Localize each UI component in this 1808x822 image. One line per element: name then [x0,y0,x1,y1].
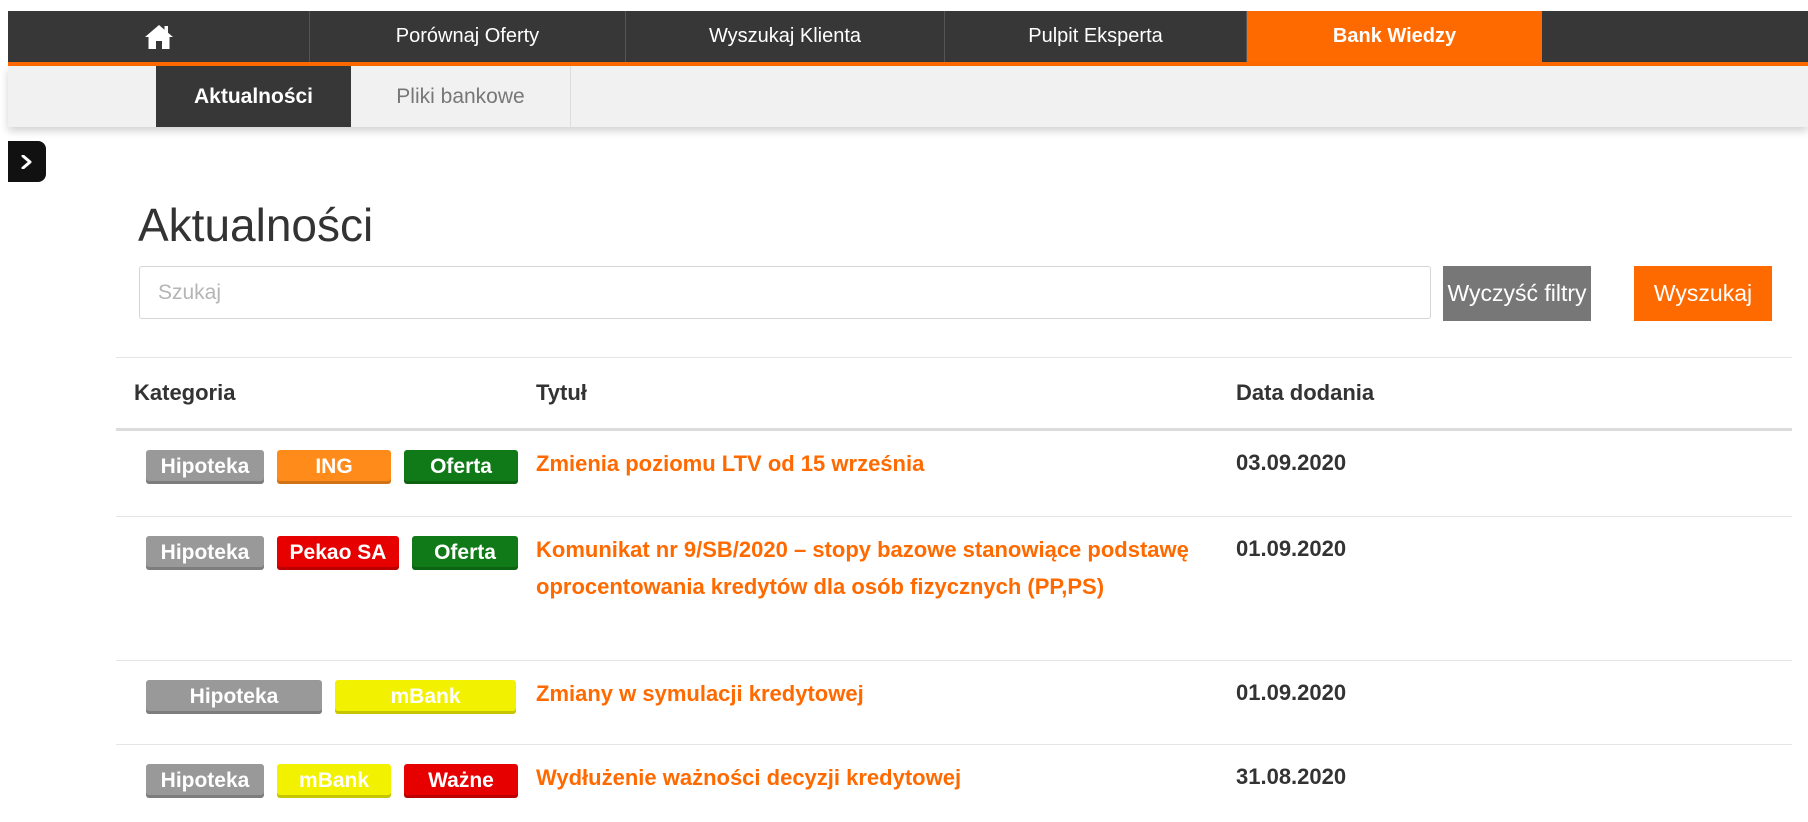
news-date: 01.09.2020 [1236,680,1347,705]
header-data-dodania: Data dodania [1236,380,1375,405]
news-date: 31.08.2020 [1236,764,1347,789]
clear-filters-button[interactable]: Wyczyść filtry [1443,266,1591,321]
news-date: 01.09.2020 [1236,536,1347,561]
badge-hipoteka[interactable]: Hipoteka [146,764,264,798]
header-tytul: Tytuł [536,380,587,405]
table-header: Kategoria Tytuł Data dodania [116,358,1792,431]
badge-hipoteka[interactable]: Hipoteka [146,536,264,570]
category-badges: Hipoteka ING Oferta [116,431,536,516]
badge-ing[interactable]: ING [277,450,391,484]
nav-bank-wiedzy[interactable]: Bank Wiedzy [1247,11,1542,62]
nav-porownaj-oferty[interactable]: Porównaj Oferty [310,11,626,62]
badge-oferta[interactable]: Oferta [412,536,518,570]
search-button[interactable]: Wyszukaj [1634,266,1772,321]
table-row: Hipoteka mBank Ważne Wydłużenie ważności… [116,745,1792,822]
nav-wyszukaj-klienta[interactable]: Wyszukaj Klienta [626,11,945,62]
subnav-pliki-bankowe[interactable]: Pliki bankowe [351,66,571,127]
badge-mbank[interactable]: mBank [277,764,391,798]
header-kategoria: Kategoria [134,380,236,405]
nav-home[interactable] [8,11,310,62]
table-row: Hipoteka ING Oferta Zmienia poziomu LTV … [116,431,1792,517]
badge-hipoteka[interactable]: Hipoteka [146,680,322,714]
search-input[interactable] [139,266,1431,319]
news-title-link[interactable]: Komunikat nr 9/SB/2020 – stopy bazowe st… [536,531,1196,605]
table-row: Hipoteka mBank Zmiany w symulacji kredyt… [116,661,1792,745]
sidebar-toggle-button[interactable] [8,141,46,182]
sub-nav: Aktualności Pliki bankowe [8,66,1808,127]
badge-hipoteka[interactable]: Hipoteka [146,450,264,484]
subnav-aktualnosci[interactable]: Aktualności [156,66,351,127]
badge-mbank[interactable]: mBank [335,680,516,714]
news-table: Kategoria Tytuł Data dodania Hipoteka IN… [116,357,1792,822]
badge-oferta[interactable]: Oferta [404,450,518,484]
top-nav: Porównaj Oferty Wyszukaj Klienta Pulpit … [8,11,1808,66]
badge-wazne[interactable]: Ważne [404,764,518,798]
news-title-link[interactable]: Zmienia poziomu LTV od 15 września [536,445,1196,482]
home-icon [144,23,174,51]
news-title-link[interactable]: Zmiany w symulacji kredytowej [536,675,1196,712]
category-badges: Hipoteka mBank Ważne [116,745,536,822]
page-title: Aktualności [138,199,374,251]
badge-pekao-sa[interactable]: Pekao SA [277,536,399,570]
table-row: Hipoteka Pekao SA Oferta Komunikat nr 9/… [116,517,1792,661]
news-title-link[interactable]: Wydłużenie ważności decyzji kredytowej [536,759,1196,796]
chevron-right-icon [21,154,32,169]
news-date: 03.09.2020 [1236,450,1347,475]
category-badges: Hipoteka Pekao SA Oferta [116,517,536,660]
category-badges: Hipoteka mBank [116,661,536,744]
nav-pulpit-eksperta[interactable]: Pulpit Eksperta [945,11,1247,62]
